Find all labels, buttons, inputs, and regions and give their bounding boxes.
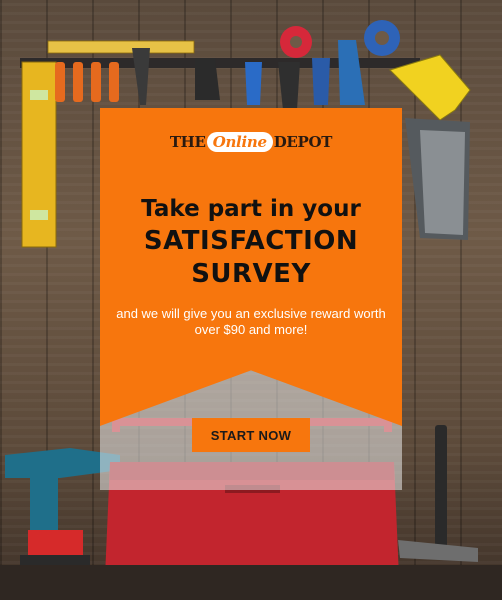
headline-line-1: Take part in your [141,196,361,222]
headline-line-3: SURVEY [191,259,311,289]
logo-pill: Online [206,132,273,152]
reward-description: and we will give you an exclusive reward… [116,306,386,337]
brand-logo: THE Online DEPOT [100,132,402,152]
logo-suffix: DEPOT [273,133,333,151]
start-now-button[interactable]: START NOW [192,418,310,452]
headline-line-2: SATISFACTION [143,226,359,256]
logo-prefix: THE [169,133,206,151]
survey-ad: THE Online DEPOT Take part in your SATISFA… [0,0,502,600]
